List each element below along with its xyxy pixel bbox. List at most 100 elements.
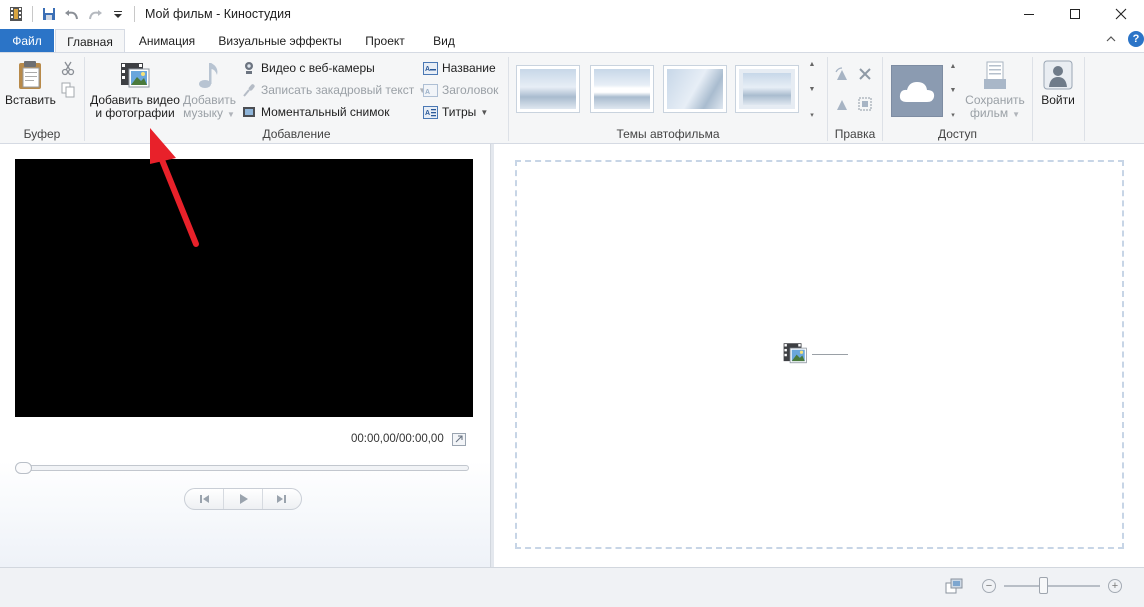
caption-button[interactable]: A Заголовок (422, 80, 498, 100)
sign-in-label: Войти (1041, 93, 1075, 107)
zoom-out-button[interactable]: − (982, 579, 996, 593)
save-movie-button[interactable]: Сохранить фильм ▼ (963, 59, 1027, 121)
customize-qat-button[interactable] (108, 4, 128, 24)
credits-label: Титры (442, 105, 477, 119)
group-share: ▲ ▼ ▾ Сохранить фильм ▼ Доступ (883, 53, 1032, 144)
select-all-button[interactable] (857, 96, 873, 112)
group-add: Добавить видео и фотографии Добавить муз… (85, 53, 508, 144)
undo-icon (65, 9, 78, 19)
theme-thumbnail[interactable] (516, 65, 580, 113)
scissors-icon (61, 61, 75, 76)
share-down-button[interactable]: ▼ (950, 87, 957, 94)
gallery-up-button[interactable]: ▲ (809, 61, 816, 68)
play-icon (240, 494, 248, 504)
add-video-label-1: Добавить видео (90, 93, 180, 107)
share-more-button[interactable]: ▾ (951, 111, 955, 119)
tab-visual-effects[interactable]: Визуальные эффекты (214, 29, 346, 52)
thumbnail-size-button[interactable] (944, 577, 964, 595)
dropdown-arrow-icon (114, 10, 122, 18)
zoom-thumb[interactable] (1038, 577, 1048, 594)
seek-thumb[interactable] (15, 462, 32, 474)
theme-thumbnail[interactable] (663, 65, 727, 113)
webcam-icon (241, 60, 257, 76)
maximize-button[interactable] (1052, 0, 1098, 27)
microphone-icon (241, 82, 257, 98)
main-area: 00:00,00/00:00,00 (0, 144, 1144, 567)
qat-separator (32, 5, 33, 22)
tab-animation[interactable]: Анимация (130, 29, 204, 52)
group-edit: Правка (828, 53, 882, 144)
snapshot-button[interactable]: Моментальный снимок (241, 102, 389, 122)
add-music-button[interactable]: Добавить музыку ▼ (183, 59, 236, 121)
video-preview[interactable] (15, 159, 473, 417)
status-bar: − + (0, 567, 1144, 607)
collapse-ribbon-button[interactable] (1104, 32, 1118, 46)
share-gallery-scroll: ▲ ▼ ▾ (946, 63, 960, 119)
webcam-video-label: Видео с веб-камеры (261, 61, 375, 75)
next-frame-button[interactable] (263, 489, 301, 509)
credits-button[interactable]: A Титры ▼ (422, 102, 488, 122)
group-label-share: Доступ (937, 127, 978, 141)
rotate-left-icon (835, 67, 847, 80)
remove-button[interactable] (857, 66, 873, 82)
group-label-clipboard: Буфер (23, 127, 61, 141)
fullscreen-icon (452, 433, 466, 446)
close-icon (1115, 8, 1127, 19)
ribbon: Вставить Буфер Добавить видео и фотограф… (0, 52, 1144, 144)
caption-label: Заголовок (442, 83, 499, 97)
record-narration-button[interactable]: Записать закадровый текст ▼ (241, 80, 426, 100)
close-button[interactable] (1098, 0, 1144, 27)
paste-icon (19, 61, 41, 89)
redo-button[interactable] (85, 4, 105, 24)
gallery-down-button[interactable]: ▼ (809, 86, 816, 93)
save-movie-icon (984, 61, 1006, 89)
theme-thumbnail[interactable] (735, 65, 799, 113)
theme-preview (520, 69, 576, 109)
theme-thumbnail[interactable] (590, 65, 654, 113)
onedrive-button[interactable] (891, 65, 943, 117)
save-movie-label-1: Сохранить (965, 93, 1025, 107)
title-button[interactable]: A Название (422, 58, 496, 78)
tab-file[interactable]: Файл (0, 29, 54, 52)
rotate-right-button[interactable] (834, 96, 850, 112)
share-up-button[interactable]: ▲ (950, 63, 957, 70)
playback-controls (184, 488, 302, 510)
undo-button[interactable] (62, 4, 82, 24)
save-movie-label-2: фильм (969, 106, 1009, 120)
fullscreen-button[interactable] (452, 433, 466, 446)
webcam-video-button[interactable]: Видео с веб-камеры (241, 58, 375, 78)
group-separator (1084, 57, 1085, 141)
thumbnail-view-icon (945, 578, 963, 594)
copy-button[interactable] (60, 82, 76, 98)
add-video-label-2: и фотографии (95, 106, 175, 120)
zoom-slider[interactable] (1004, 577, 1100, 594)
cloud-icon (899, 82, 935, 102)
previous-frame-button[interactable] (185, 489, 224, 509)
quick-access-toolbar (0, 0, 131, 27)
preview-pane: 00:00,00/00:00,00 (0, 144, 490, 567)
zoom-in-button[interactable]: + (1108, 579, 1122, 593)
seek-bar[interactable] (15, 462, 469, 474)
save-button[interactable] (39, 4, 59, 24)
add-video-photos-icon (121, 63, 150, 88)
caption-icon: A (422, 82, 438, 98)
cut-button[interactable] (60, 60, 76, 76)
svg-text:A: A (425, 66, 430, 73)
tab-home[interactable]: Главная (55, 29, 125, 53)
gallery-more-button[interactable]: ▾ (810, 111, 814, 119)
tab-project[interactable]: Проект (356, 29, 414, 52)
add-video-photos-button[interactable]: Добавить видео и фотографии (89, 59, 181, 120)
theme-preview (594, 69, 650, 109)
sign-in-button[interactable]: Войти (1037, 59, 1079, 107)
save-icon (43, 7, 55, 20)
help-button[interactable]: ? (1128, 31, 1144, 47)
minimize-button[interactable] (1006, 0, 1052, 27)
play-button[interactable] (224, 489, 263, 509)
storyboard-caption (812, 349, 848, 358)
app-menu-icon[interactable] (6, 4, 26, 24)
tab-view[interactable]: Вид (424, 29, 464, 52)
paste-button[interactable]: Вставить (5, 59, 56, 107)
rotate-left-button[interactable] (834, 66, 850, 82)
title-separator (134, 5, 135, 22)
title-bar: Мой фильм - Киностудия (0, 0, 1144, 27)
